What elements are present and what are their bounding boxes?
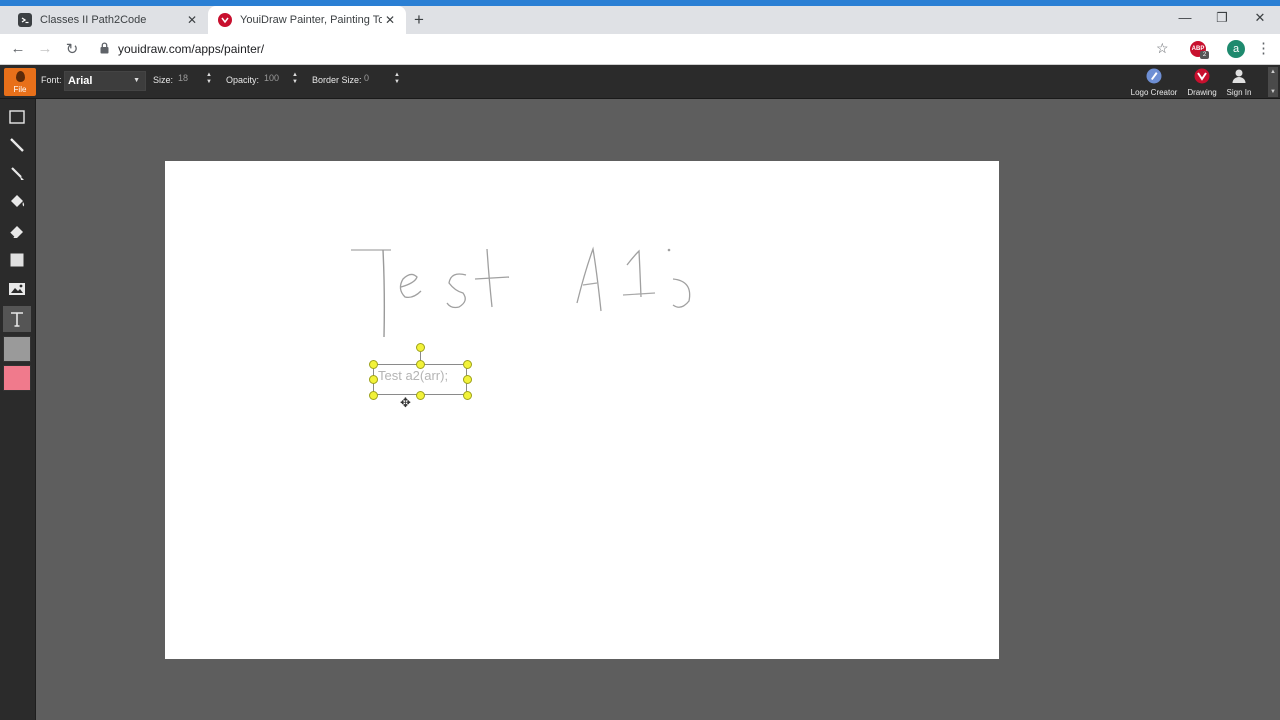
browser-menu-icon[interactable]: ⋮ (1256, 39, 1271, 57)
extension-badge: 2 (1200, 51, 1209, 59)
border-size-spinner[interactable]: ▲ ▼ (393, 72, 401, 86)
rectangle-icon (10, 253, 24, 267)
font-select[interactable]: Arial ▼ (64, 71, 146, 91)
lock-icon (100, 42, 109, 54)
border-size-field[interactable]: 0 (364, 73, 369, 83)
image-tool[interactable] (3, 276, 31, 302)
border-size-label: Border Size: (312, 75, 362, 85)
resize-handle-top[interactable] (416, 360, 425, 369)
user-icon (1230, 67, 1248, 85)
brush-icon (11, 167, 24, 180)
paint-bucket-icon (11, 195, 25, 207)
drawing-canvas[interactable] (165, 161, 999, 659)
shape-tool[interactable] (3, 247, 31, 273)
opacity-label: Opacity: (226, 75, 260, 85)
size-spinner[interactable]: ▲ ▼ (205, 72, 213, 86)
resize-handle-bottom[interactable] (416, 391, 425, 400)
app-toolbar: File Font: Arial ▼ Size: 18 ▲ ▼ Opacity: … (0, 65, 1280, 99)
terminal-favicon-icon (18, 13, 32, 27)
marquee-icon (9, 110, 25, 124)
file-button-label: File (13, 85, 27, 94)
chevron-down-icon: ▼ (133, 77, 140, 84)
file-drop-icon (15, 71, 25, 82)
move-cursor-icon: ✥ (400, 395, 411, 410)
tab-title: YouiDraw Painter, Painting Tools (240, 14, 382, 26)
opacity-spinner[interactable]: ▲ ▼ (291, 72, 299, 86)
resize-handle-left[interactable] (369, 375, 378, 384)
forward-arrow-icon[interactable]: → (36, 40, 54, 57)
new-tab-icon[interactable]: + (414, 10, 424, 30)
profile-avatar[interactable]: a (1227, 40, 1245, 58)
size-field[interactable]: 18 (178, 73, 188, 83)
nav-label: Logo Creator (1130, 88, 1178, 97)
pencil-tool[interactable] (3, 132, 31, 158)
resize-handle-top-right[interactable] (463, 360, 472, 369)
pencil-icon (10, 138, 24, 152)
resize-handle-bottom-left[interactable] (369, 391, 378, 400)
resize-handle-top-left[interactable] (369, 360, 378, 369)
tab-title: Classes II Path2Code (40, 14, 147, 26)
close-tab-icon[interactable]: ✕ (184, 13, 200, 27)
restore-icon[interactable]: ❐ (1212, 10, 1232, 26)
bookmark-star-icon[interactable]: ☆ (1156, 40, 1169, 57)
minimize-icon[interactable]: — (1175, 10, 1195, 25)
resize-handle-right[interactable] (463, 375, 472, 384)
tab-classes-path2code[interactable]: Classes II Path2Code ✕ (8, 6, 208, 34)
close-tab-icon[interactable]: ✕ (382, 13, 398, 27)
file-button[interactable]: File (4, 68, 36, 96)
url-field[interactable]: youidraw.com/apps/painter/ (118, 42, 264, 56)
youidraw-favicon-icon (218, 13, 232, 27)
pen-nib-icon (1145, 67, 1163, 85)
handwritten-strokes (351, 246, 691, 338)
nav-sign-in[interactable]: Sign In (1211, 67, 1267, 97)
secondary-color-swatch[interactable] (3, 365, 31, 391)
primary-color-swatch[interactable] (3, 336, 31, 362)
tab-strip: Classes II Path2Code ✕ YouiDraw Painter,… (0, 6, 1280, 34)
eraser-icon (9, 226, 23, 238)
resize-handle-bottom-right[interactable] (463, 391, 472, 400)
rotate-handle[interactable] (416, 343, 425, 352)
image-icon (9, 283, 25, 295)
opacity-field[interactable]: 100 (264, 73, 279, 83)
back-arrow-icon[interactable]: ← (9, 40, 27, 57)
brush-tool[interactable] (3, 160, 31, 186)
font-label: Font: (41, 75, 62, 85)
size-label: Size: (153, 75, 174, 85)
drawing-logo-icon (1193, 67, 1211, 85)
eraser-tool[interactable] (3, 218, 31, 244)
tab-youidraw-painter[interactable]: YouiDraw Painter, Painting Tools ✕ (208, 6, 406, 34)
text-tool[interactable] (3, 306, 31, 332)
reload-icon[interactable]: ↻ (63, 40, 81, 58)
toolbox (0, 99, 36, 720)
text-icon (11, 312, 23, 327)
text-box-content[interactable]: Test a2(arr); (378, 368, 448, 383)
nav-label: Sign In (1226, 88, 1252, 97)
fill-tool[interactable] (3, 189, 31, 215)
select-tool[interactable] (3, 104, 31, 130)
close-window-icon[interactable]: ✕ (1250, 10, 1270, 26)
address-bar: ← → ↻ youidraw.com/apps/painter/ ☆ ABP 2… (0, 34, 1280, 65)
font-select-value: Arial (68, 75, 93, 87)
toolbar-scrollbar[interactable]: ▲ ▼ (1268, 67, 1278, 97)
